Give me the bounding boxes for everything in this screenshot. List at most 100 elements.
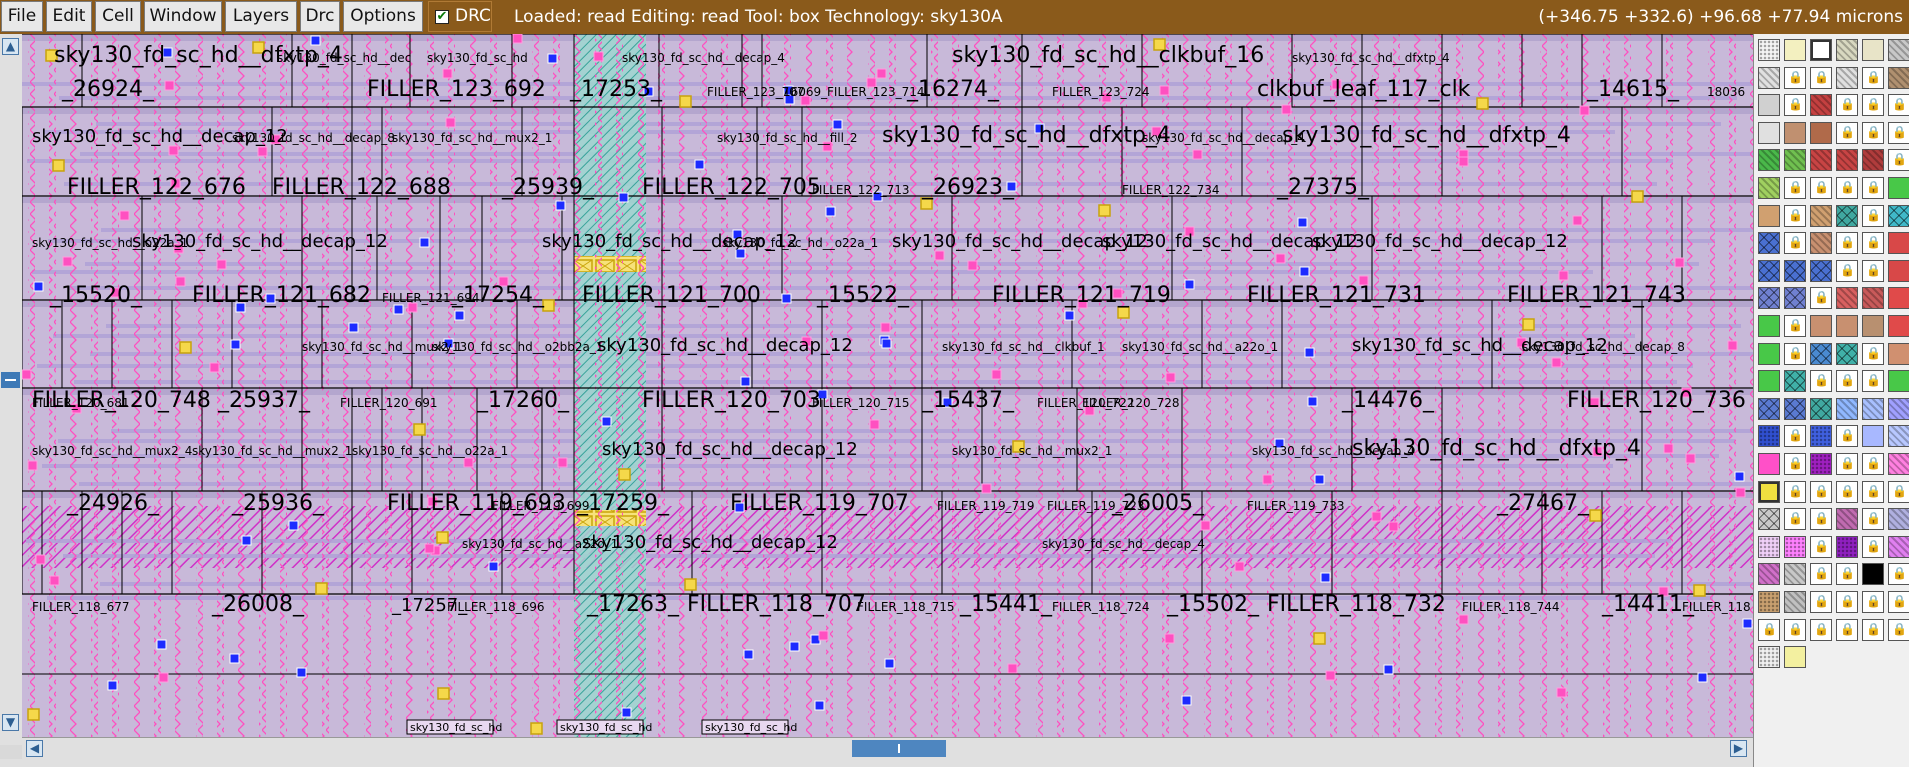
- layer-swatch[interactable]: [1758, 39, 1780, 61]
- layer-swatch[interactable]: [1836, 149, 1858, 172]
- layer-swatch[interactable]: [1758, 480, 1780, 503]
- locked-layer-swatch[interactable]: [1836, 563, 1858, 586]
- menu-layers[interactable]: Layers: [225, 1, 297, 32]
- layout-drawing[interactable]: sky130_fd_sc_hd__dfxtp_4sky130_fd_sc_hd_…: [22, 34, 1753, 737]
- locked-layer-swatch[interactable]: [1836, 121, 1858, 144]
- locked-layer-swatch[interactable]: [1862, 121, 1884, 144]
- layer-swatch[interactable]: [1836, 287, 1858, 310]
- locked-layer-swatch[interactable]: [1810, 370, 1832, 393]
- locked-layer-swatch[interactable]: [1862, 232, 1884, 255]
- layer-swatch[interactable]: [1862, 315, 1884, 337]
- layer-swatch[interactable]: [1888, 39, 1909, 61]
- locked-layer-swatch[interactable]: [1862, 177, 1884, 199]
- locked-layer-swatch[interactable]: [1784, 342, 1806, 365]
- locked-layer-swatch[interactable]: [1784, 618, 1806, 641]
- layer-swatch[interactable]: [1862, 563, 1884, 586]
- layer-swatch[interactable]: [1758, 535, 1780, 558]
- locked-layer-swatch[interactable]: [1784, 315, 1806, 337]
- triangle-down-icon[interactable]: ▼: [2, 714, 19, 731]
- layer-swatch[interactable]: [1888, 287, 1909, 310]
- locked-layer-swatch[interactable]: [1888, 121, 1909, 144]
- layer-swatch[interactable]: [1810, 232, 1832, 255]
- menu-window[interactable]: Window: [144, 1, 222, 32]
- locked-layer-swatch[interactable]: [1862, 535, 1884, 558]
- layer-palette[interactable]: [1753, 34, 1909, 767]
- layer-swatch[interactable]: [1888, 66, 1909, 89]
- layer-swatch[interactable]: [1758, 397, 1780, 420]
- layout-canvas[interactable]: sky130_fd_sc_hd__dfxtp_4 sky130_fd_sc_hd_…: [22, 34, 1753, 737]
- layer-swatch[interactable]: [1758, 508, 1780, 531]
- horizontal-scroll-thumb[interactable]: [852, 740, 946, 757]
- layer-swatch[interactable]: [1810, 39, 1832, 61]
- locked-layer-swatch[interactable]: [1784, 453, 1806, 475]
- layer-swatch[interactable]: [1810, 121, 1832, 144]
- locked-layer-swatch[interactable]: [1888, 480, 1909, 503]
- layer-swatch[interactable]: [1862, 39, 1884, 61]
- layer-swatch[interactable]: [1810, 315, 1832, 337]
- layer-swatch[interactable]: [1758, 370, 1780, 393]
- layer-swatch[interactable]: [1836, 39, 1858, 61]
- layer-swatch[interactable]: [1758, 342, 1780, 365]
- locked-layer-swatch[interactable]: [1888, 591, 1909, 613]
- layer-swatch[interactable]: [1784, 259, 1806, 282]
- menu-file[interactable]: File: [1, 1, 43, 32]
- locked-layer-swatch[interactable]: [1810, 508, 1832, 531]
- menu-options[interactable]: Options: [343, 1, 423, 32]
- layer-swatch[interactable]: [1836, 535, 1858, 558]
- layer-swatch[interactable]: [1862, 397, 1884, 420]
- layer-swatch[interactable]: [1810, 259, 1832, 282]
- layer-swatch[interactable]: [1758, 232, 1780, 255]
- locked-layer-swatch[interactable]: [1810, 563, 1832, 586]
- layer-swatch[interactable]: [1758, 121, 1780, 144]
- layer-swatch[interactable]: [1862, 149, 1884, 172]
- locked-layer-swatch[interactable]: [1810, 287, 1832, 310]
- layer-swatch[interactable]: [1888, 342, 1909, 365]
- locked-layer-swatch[interactable]: [1888, 149, 1909, 172]
- locked-layer-swatch[interactable]: [1784, 94, 1806, 117]
- locked-layer-swatch[interactable]: [1784, 425, 1806, 448]
- layer-swatch[interactable]: [1836, 342, 1858, 365]
- locked-layer-swatch[interactable]: [1862, 453, 1884, 475]
- layer-swatch[interactable]: [1810, 342, 1832, 365]
- layer-swatch[interactable]: [1810, 94, 1832, 117]
- layer-swatch[interactable]: [1888, 204, 1909, 227]
- layer-swatch[interactable]: [1888, 508, 1909, 531]
- layer-swatch[interactable]: [1784, 121, 1806, 144]
- locked-layer-swatch[interactable]: [1888, 94, 1909, 117]
- layer-swatch[interactable]: [1836, 508, 1858, 531]
- locked-layer-swatch[interactable]: [1810, 66, 1832, 89]
- layer-swatch[interactable]: [1836, 315, 1858, 337]
- locked-layer-swatch[interactable]: [1836, 618, 1858, 641]
- layer-swatch[interactable]: [1888, 315, 1909, 337]
- layer-swatch[interactable]: [1784, 287, 1806, 310]
- layer-swatch[interactable]: [1810, 453, 1832, 475]
- horizontal-scrollbar[interactable]: ◀ ▶: [22, 737, 1753, 760]
- layer-swatch[interactable]: [1758, 591, 1780, 613]
- locked-layer-swatch[interactable]: [1836, 232, 1858, 255]
- locked-layer-swatch[interactable]: [1862, 591, 1884, 613]
- menu-edit[interactable]: Edit: [46, 1, 92, 32]
- layer-swatch[interactable]: [1784, 646, 1806, 669]
- layer-swatch[interactable]: [1810, 149, 1832, 172]
- layer-swatch[interactable]: [1758, 259, 1780, 282]
- locked-layer-swatch[interactable]: [1836, 453, 1858, 475]
- locked-layer-swatch[interactable]: [1862, 508, 1884, 531]
- locked-layer-swatch[interactable]: [1784, 204, 1806, 227]
- layer-swatch[interactable]: [1888, 397, 1909, 420]
- locked-layer-swatch[interactable]: [1836, 177, 1858, 199]
- drc-toggle[interactable]: ✔ DRC: [428, 1, 492, 32]
- vertical-scroll-thumb[interactable]: [1, 372, 20, 388]
- triangle-left-icon[interactable]: ◀: [26, 740, 43, 757]
- locked-layer-swatch[interactable]: [1836, 480, 1858, 503]
- locked-layer-swatch[interactable]: [1862, 66, 1884, 89]
- layer-swatch[interactable]: [1758, 287, 1780, 310]
- drc-checkbox[interactable]: ✔: [435, 10, 449, 24]
- locked-layer-swatch[interactable]: [1784, 66, 1806, 89]
- layer-swatch[interactable]: [1784, 149, 1806, 172]
- layer-swatch[interactable]: [1758, 94, 1780, 117]
- locked-layer-swatch[interactable]: [1862, 204, 1884, 227]
- locked-layer-swatch[interactable]: [1784, 508, 1806, 531]
- locked-layer-swatch[interactable]: [1862, 259, 1884, 282]
- locked-layer-swatch[interactable]: [1862, 370, 1884, 393]
- layer-swatch[interactable]: [1784, 535, 1806, 558]
